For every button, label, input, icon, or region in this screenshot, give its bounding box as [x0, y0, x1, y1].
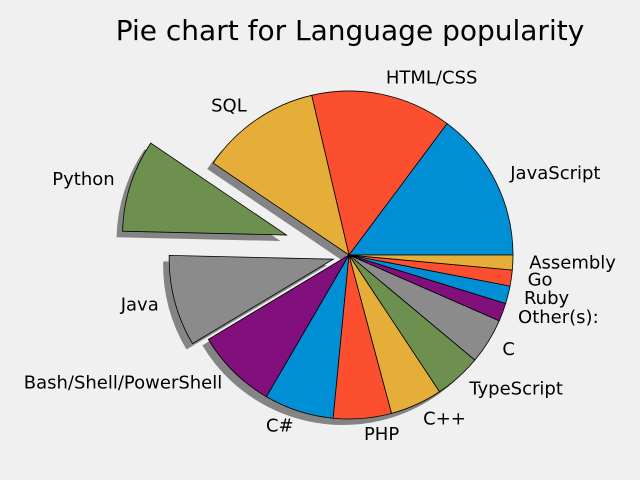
slice-label-assembly: Assembly	[529, 252, 616, 273]
slice-label-c: C++	[423, 408, 466, 429]
pie-chart-figure: Pie chart for Language popularity JavaSc…	[0, 0, 640, 480]
slice-label-python: Python	[52, 169, 114, 190]
pie-chart: JavaScript HTML/CSS SQL Python Java Bash/Shel…	[24, 67, 617, 445]
slice-label-java: Java	[120, 294, 159, 315]
slice-label-ruby: Ruby	[524, 288, 570, 309]
slice-label-php: PHP	[364, 424, 399, 445]
slice-label-javascript: JavaScript	[509, 163, 600, 184]
slice-label-c: C#	[266, 416, 294, 437]
pie-slices	[122, 90, 514, 420]
slice-label-other-s: Other(s):	[518, 307, 599, 328]
slice-label-sql: SQL	[211, 95, 247, 116]
slice-label-bash-shell-powershell: Bash/Shell/PowerShell	[24, 372, 223, 393]
slice-label-c: C	[502, 339, 515, 360]
slice-label-typescript: TypeScript	[468, 378, 563, 399]
slice-label-html-css: HTML/CSS	[386, 67, 478, 88]
